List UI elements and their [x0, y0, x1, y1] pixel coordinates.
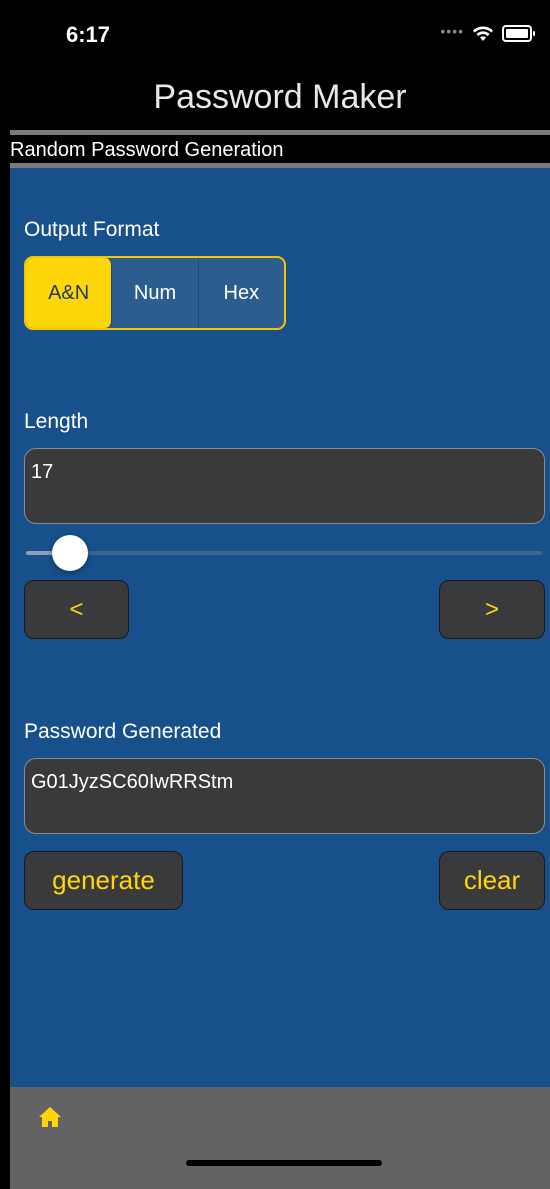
- clear-button[interactable]: clear: [439, 851, 545, 910]
- segment-hex[interactable]: Hex: [199, 258, 284, 328]
- section-divider-bottom: [10, 163, 550, 168]
- battery-icon: [502, 25, 535, 42]
- length-field[interactable]: 17: [24, 448, 545, 524]
- app-screen: 6:17 •••• Password Maker Random Password…: [10, 0, 550, 1189]
- tab-bar: [10, 1087, 550, 1189]
- length-slider-thumb[interactable]: [52, 535, 88, 571]
- password-generated-label: Password Generated: [24, 720, 222, 743]
- status-time: 6:17: [66, 22, 111, 47]
- section-header: Random Password Generation: [10, 135, 550, 163]
- password-output-field[interactable]: G01JyzSC60IwRRStm: [24, 758, 545, 834]
- status-icons: ••••: [440, 22, 535, 42]
- home-indicator: [186, 1160, 382, 1166]
- decrement-length-button[interactable]: <: [24, 580, 129, 639]
- status-bar: 6:17 ••••: [10, 0, 550, 70]
- segment-alphanumeric[interactable]: A&N: [26, 258, 113, 328]
- length-label: Length: [24, 410, 89, 433]
- length-slider-track[interactable]: [70, 551, 542, 555]
- output-format-segmented-control[interactable]: A&N Num Hex: [24, 256, 286, 330]
- home-icon[interactable]: [38, 1105, 62, 1129]
- increment-length-button[interactable]: >: [439, 580, 545, 639]
- output-format-label: Output Format: [24, 218, 160, 241]
- navigation-bar: Password Maker: [10, 70, 550, 130]
- segment-numeric[interactable]: Num: [112, 258, 199, 328]
- generate-button[interactable]: generate: [24, 851, 183, 910]
- wifi-icon: [473, 26, 493, 41]
- signal-dots-icon: ••••: [440, 22, 464, 39]
- page-title: Password Maker: [153, 78, 407, 116]
